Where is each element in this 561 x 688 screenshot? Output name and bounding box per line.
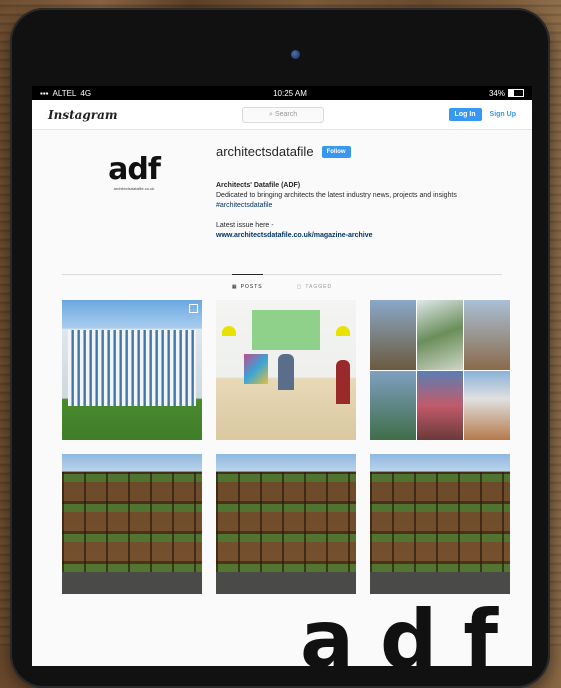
search-placeholder: Search — [274, 111, 298, 118]
camera-icon — [291, 50, 300, 59]
avatar-logo: adf — [108, 152, 161, 187]
facade-ground — [62, 572, 202, 594]
person — [336, 360, 350, 404]
profile-link[interactable]: www.architectsdatafile.co.uk/magazine-ar… — [216, 231, 516, 241]
post-tile-project-collage[interactable] — [370, 300, 510, 440]
instagram-header: Instagram ⌕ Search Log In Sign Up — [32, 100, 532, 130]
signup-link[interactable]: Sign Up — [490, 111, 516, 118]
green-panel — [252, 310, 320, 350]
bio-hashtag[interactable]: #architectsdatafile — [216, 201, 516, 211]
wall-art — [244, 354, 268, 384]
collage-cell — [417, 370, 463, 440]
bottom-adf-logo: adf — [300, 593, 525, 686]
instagram-logo[interactable]: Instagram — [48, 108, 118, 122]
search-input[interactable]: ⌕ Search — [242, 106, 325, 123]
clock: 10:25 AM — [273, 88, 307, 98]
avatar-subtext: architectsdatafile.co.uk — [113, 186, 155, 191]
profile-tabs: ▦ POSTS ▢ TAGGED — [62, 274, 502, 293]
bio-text: Dedicated to bringing architects the lat… — [216, 192, 457, 199]
battery-fill — [508, 90, 514, 96]
network-label: 4G — [80, 88, 92, 98]
battery-percent: 34% — [488, 88, 505, 98]
profile-bio: Architects' Datafile (ADF) Dedicated to … — [216, 181, 516, 241]
posts-grid — [62, 300, 512, 594]
pendant-lamp — [336, 326, 350, 336]
post-tile-timber-facade[interactable] — [370, 454, 510, 594]
post-tile-glass-building[interactable] — [62, 300, 202, 440]
facade-ground — [216, 572, 356, 594]
collage-cell — [370, 300, 416, 370]
tab-tagged[interactable]: ▢ TAGGED — [297, 275, 332, 293]
battery-icon — [507, 89, 524, 97]
bio-issue-text: Latest issue here - — [216, 222, 274, 229]
username-row: architectsdatafile Follow — [216, 144, 516, 159]
post-tile-timber-facade[interactable] — [216, 454, 356, 594]
post-tile-timber-facade[interactable] — [62, 454, 202, 594]
avatar[interactable]: adf architectsdatafile.co.uk — [104, 154, 164, 204]
search-icon: ⌕ — [269, 110, 273, 118]
grid-icon: ▦ — [231, 283, 238, 290]
profile-name: Architects' Datafile (ADF) — [216, 182, 301, 189]
person — [278, 354, 294, 390]
tab-posts[interactable]: ▦ POSTS — [231, 274, 263, 293]
tag-icon: ▢ — [296, 283, 303, 290]
carrier-label: ALTEL — [52, 88, 77, 98]
facade-ground — [370, 572, 510, 594]
tab-posts-label: POSTS — [240, 283, 263, 290]
collage-cell — [464, 370, 510, 440]
collage-cell — [417, 300, 463, 370]
collage-cell — [370, 370, 416, 440]
login-button[interactable]: Log In — [448, 108, 482, 121]
battery-indicator: 34% — [489, 89, 524, 98]
profile-section: adf architectsdatafile.co.uk architectsd… — [32, 130, 532, 270]
header-actions: Log In Sign Up — [448, 108, 516, 121]
post-tile-office-interior[interactable] — [216, 300, 356, 440]
multiple-photos-icon — [189, 304, 198, 313]
collage-cell — [464, 300, 510, 370]
profile-info: architectsdatafile Follow Architects' Da… — [216, 144, 516, 241]
building-photo — [68, 330, 196, 406]
status-left: ▪▪▪ ALTEL 4G — [40, 89, 91, 98]
pendant-lamp — [222, 326, 236, 336]
signal-icon: ▪▪▪ — [40, 88, 49, 98]
status-bar: ▪▪▪ ALTEL 4G 10:25 AM 34% — [32, 86, 532, 100]
follow-button[interactable]: Follow — [321, 145, 351, 158]
tab-tagged-label: TAGGED — [305, 283, 333, 290]
profile-username: architectsdatafile — [216, 144, 314, 159]
